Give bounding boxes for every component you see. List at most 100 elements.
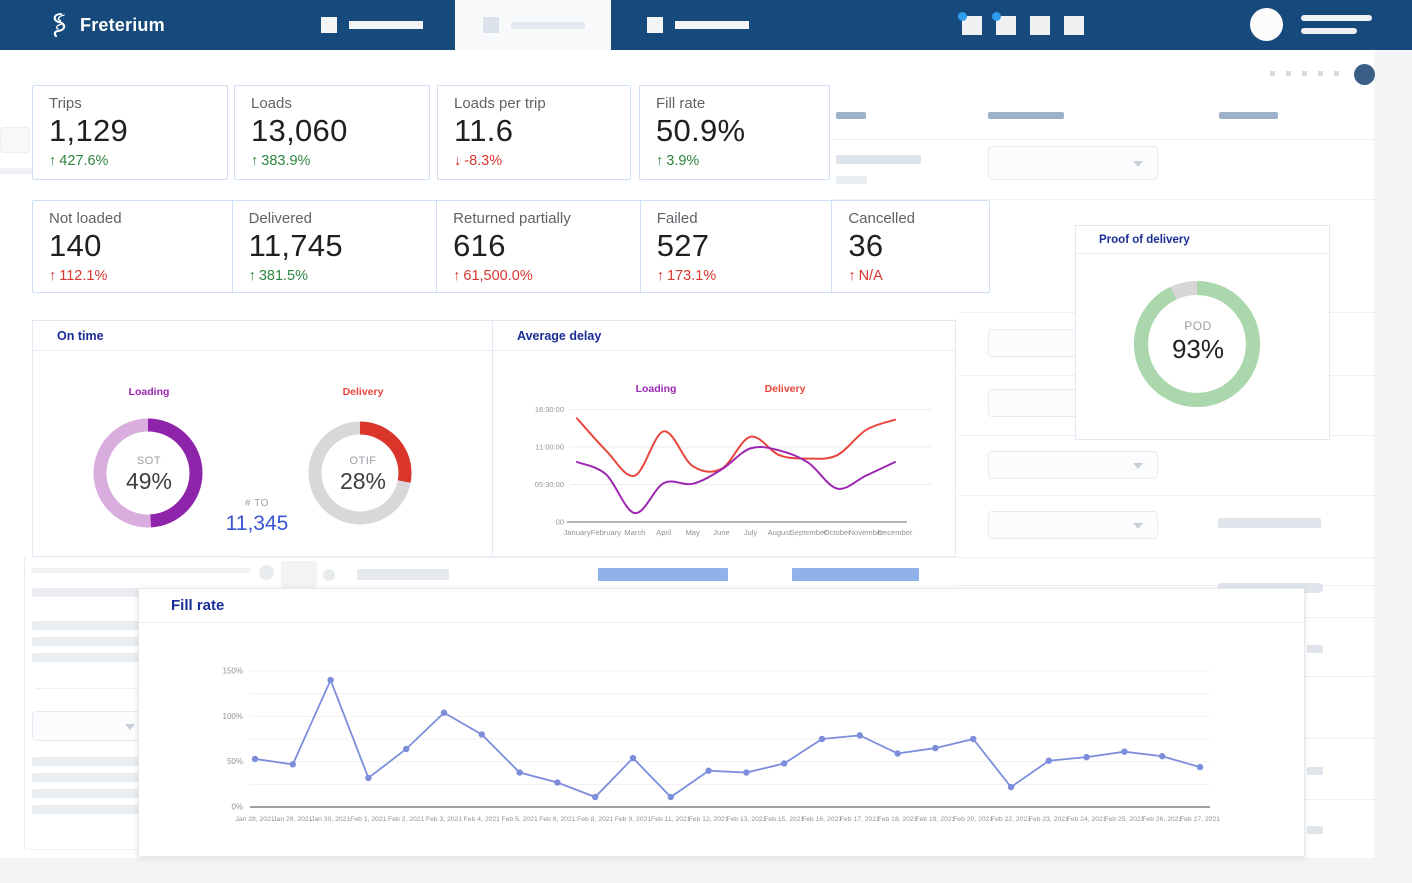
kpi-value: 36 xyxy=(848,228,884,263)
tab-icon-placeholder xyxy=(647,17,663,33)
kpi-delta: ↑ 173.1% xyxy=(657,268,832,284)
kpi-status-strip: Not loaded 140 ↑ 112.1% Delivered 11,745 … xyxy=(32,200,990,293)
notification-dot-icon xyxy=(958,12,967,21)
svg-text:Feb 25, 2021: Feb 25, 2021 xyxy=(1104,816,1144,823)
kpi-card-trips[interactable]: Trips 1,129 ↑ 427.6% xyxy=(32,85,228,180)
kpi-delta: ↑ 427.6% xyxy=(49,153,211,169)
toolbar-icon-4[interactable] xyxy=(1064,16,1084,35)
kpi-cell-failed[interactable]: Failed 527 ↑ 173.1% xyxy=(641,201,833,292)
trend-arrow-icon: ↑ xyxy=(656,153,664,169)
svg-text:Feb 16, 2021: Feb 16, 2021 xyxy=(802,816,842,823)
svg-text:Feb 15, 2021: Feb 15, 2021 xyxy=(764,816,804,823)
svg-text:July: July xyxy=(744,528,758,537)
to-value: 11,345 xyxy=(225,512,289,535)
svg-text:April: April xyxy=(656,528,672,537)
tab-label-placeholder xyxy=(511,21,585,29)
panel-title: Fill rate xyxy=(171,597,225,614)
kpi-label: Not loaded xyxy=(49,210,122,227)
loading-legend: Loading xyxy=(128,386,170,398)
dashboard-page: Freterium Trips 1,129 ↑ 427.6% Loads 13,… xyxy=(0,0,1412,883)
kpi-label: Returned partially xyxy=(453,210,571,227)
svg-text:Feb 9, 2021: Feb 9, 2021 xyxy=(615,816,651,823)
trend-arrow-icon: ↑ xyxy=(453,268,461,284)
kpi-value: 140 xyxy=(49,228,102,263)
svg-text:05:30:00: 05:30:00 xyxy=(535,480,564,489)
svg-text:00: 00 xyxy=(556,518,564,527)
kpi-value: 1,129 xyxy=(49,113,129,148)
svg-text:September: September xyxy=(790,528,828,537)
svg-text:Feb 3, 2021: Feb 3, 2021 xyxy=(426,816,462,823)
panel-title: Proof of delivery xyxy=(1099,233,1190,246)
svg-text:Feb 1, 2021: Feb 1, 2021 xyxy=(350,816,386,823)
kpi-cell-cancelled[interactable]: Cancelled 36 ↑ N/A xyxy=(832,201,989,292)
brand[interactable]: Freterium xyxy=(48,0,165,50)
to-label: # TO xyxy=(245,498,269,509)
kpi-delta-value: 381.5% xyxy=(258,268,309,284)
kpi-cell-returned-partially[interactable]: Returned partially 616 ↑ 61,500.0% xyxy=(437,201,641,292)
notification-dot-icon xyxy=(992,12,1001,21)
kpi-cell-delivered[interactable]: Delivered 11,745 ↑ 381.5% xyxy=(233,201,438,292)
svg-text:Feb 26, 2021: Feb 26, 2021 xyxy=(1142,816,1182,823)
svg-text:Feb 27, 2021: Feb 27, 2021 xyxy=(1180,816,1220,823)
nav-tab-3[interactable] xyxy=(641,0,749,50)
trend-arrow-icon: ↑ xyxy=(248,268,256,284)
kpi-value: 50.9% xyxy=(656,113,746,148)
kpi-value: 527 xyxy=(656,228,710,263)
tab-icon-placeholder xyxy=(483,17,499,33)
svg-text:December: December xyxy=(877,528,912,537)
menu-icon[interactable] xyxy=(1301,15,1372,21)
svg-text:Feb 12, 2021: Feb 12, 2021 xyxy=(689,816,729,823)
kpi-card-loads-per-trip[interactable]: Loads per trip 11.6 ↓ -8.3% xyxy=(437,85,631,180)
kpi-delta-value: N/A xyxy=(858,268,883,284)
avatar[interactable] xyxy=(1250,8,1283,41)
svg-text:0%: 0% xyxy=(231,803,243,812)
kpi-delta: ↑ 61,500.0% xyxy=(453,268,640,284)
nav-tab-2-active[interactable] xyxy=(455,0,611,50)
delivery-legend: Delivery xyxy=(342,386,384,398)
kpi-delta-value: -8.3% xyxy=(464,153,503,169)
tab-label-placeholder xyxy=(349,21,423,29)
kpi-card-fill-rate[interactable]: Fill rate 50.9% ↑ 3.9% xyxy=(639,85,830,180)
svg-text:16:30:00: 16:30:00 xyxy=(535,405,564,414)
svg-text:January: January xyxy=(563,528,590,537)
svg-text:Feb 6, 2021: Feb 6, 2021 xyxy=(539,816,575,823)
trend-arrow-icon: ↑ xyxy=(848,268,856,284)
svg-text:100%: 100% xyxy=(223,712,243,721)
panel-header: Average delay xyxy=(493,321,955,351)
svg-text:Feb 2, 2021: Feb 2, 2021 xyxy=(388,816,424,823)
pod-donut-chart xyxy=(1134,281,1260,407)
kpi-card-loads[interactable]: Loads 13,060 ↑ 383.9% xyxy=(234,85,430,180)
kpi-delta-value: 173.1% xyxy=(666,268,717,284)
svg-text:Feb 5, 2021: Feb 5, 2021 xyxy=(501,816,537,823)
panel-title: Average delay xyxy=(517,328,602,343)
svg-text:Feb 13, 2021: Feb 13, 2021 xyxy=(726,816,766,823)
transport-orders-block: # TO 11,345 xyxy=(226,498,289,536)
kpi-label: Cancelled xyxy=(848,210,916,227)
top-navbar: Freterium xyxy=(0,0,1412,50)
svg-text:Jan 29, 2021: Jan 29, 2021 xyxy=(273,816,313,823)
kpi-label: Delivered xyxy=(248,210,312,227)
kpi-delta: ↓ -8.3% xyxy=(454,153,614,169)
svg-text:June: June xyxy=(713,528,729,537)
kpi-delta: ↑ 112.1% xyxy=(49,268,232,284)
sot-donut-chart xyxy=(93,418,203,528)
svg-text:Feb 19, 2021: Feb 19, 2021 xyxy=(915,816,955,823)
menu-icon[interactable] xyxy=(1301,28,1357,34)
kpi-value: 13,060 xyxy=(251,113,348,148)
trend-arrow-icon: ↓ xyxy=(454,153,462,169)
svg-text:Feb 17, 2021: Feb 17, 2021 xyxy=(840,816,880,823)
trend-arrow-icon: ↑ xyxy=(49,153,57,169)
kpi-value: 11.6 xyxy=(454,113,514,148)
svg-text:50%: 50% xyxy=(227,757,243,766)
toolbar-icon-3[interactable] xyxy=(1030,16,1050,35)
nav-tab-1[interactable] xyxy=(315,0,423,50)
kpi-delta: ↑ 383.9% xyxy=(251,153,413,169)
kpi-delta-value: 3.9% xyxy=(666,153,700,169)
kpi-delta: ↑ N/A xyxy=(848,268,989,284)
trend-arrow-icon: ↑ xyxy=(251,153,259,169)
svg-text:Feb 20, 2021: Feb 20, 2021 xyxy=(953,816,993,823)
svg-text:Feb 11, 2021: Feb 11, 2021 xyxy=(651,816,691,823)
kpi-label: Loads xyxy=(251,95,292,112)
kpi-cell-not-loaded[interactable]: Not loaded 140 ↑ 112.1% xyxy=(33,201,233,292)
otif-donut-chart xyxy=(308,421,412,525)
